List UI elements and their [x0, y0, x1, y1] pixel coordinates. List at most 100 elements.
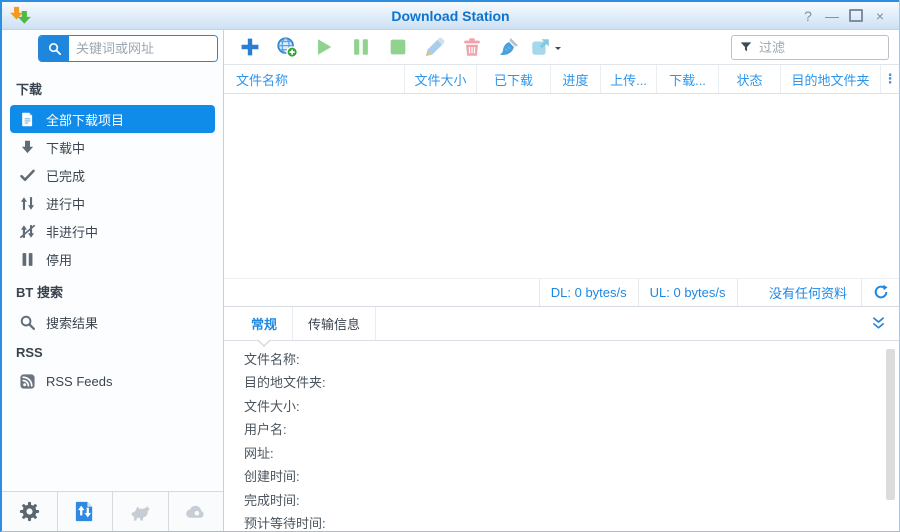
table-columns: 文件名称 文件大小 已下载 进度 上传... 下载... 状态 目的地文件夹 — [224, 65, 881, 93]
details-panel: 文件名称: 目的地文件夹: 文件大小: 用户名: 网址: 创建时间: 完成时间: 预计等待时间… — [224, 341, 899, 532]
filter-input[interactable] — [759, 39, 881, 55]
window-controls: ? — × — [799, 6, 899, 26]
detail-field-label: 创建时间: — [244, 469, 300, 484]
detail-field-label: 文件大小: — [244, 398, 300, 414]
document-icon — [19, 111, 36, 128]
pause-green-icon — [350, 36, 372, 58]
inactive-arrows-icon — [19, 223, 36, 240]
sidebar-item-inactive[interactable]: 非进行中 — [10, 217, 215, 245]
rss-icon — [19, 373, 36, 390]
cloud-icon — [184, 500, 207, 523]
download-speed: DL: 0 bytes/s — [538, 278, 638, 306]
column-header[interactable]: 文件名称 — [224, 65, 405, 93]
column-header[interactable]: 进度 — [551, 65, 601, 93]
add-url-button[interactable] — [269, 33, 304, 62]
clear-button[interactable] — [491, 33, 526, 62]
sidebar-item-rss-feeds[interactable]: RSS Feeds — [10, 367, 215, 395]
table-header: 文件名称 文件大小 已下载 进度 上传... 下载... 状态 目的地文件夹 ⋮ — [224, 65, 899, 94]
main-panel: 文件名称文件大小已下载进度上传...下载...状态目的地文件夹 ⋮ DL: 0 … — [224, 30, 899, 531]
sidebar-item-completed[interactable]: 已完成 — [10, 161, 215, 189]
detail-field-label: 用户名: — [244, 422, 287, 437]
sidebar-footer — [2, 491, 223, 531]
minimize-icon[interactable]: — — [823, 7, 841, 25]
maximize-icon[interactable] — [847, 6, 865, 26]
add-task-button[interactable] — [232, 33, 267, 62]
check-icon — [19, 167, 36, 184]
stop-icon — [387, 36, 409, 58]
play-icon — [313, 36, 335, 58]
refresh-icon[interactable] — [861, 278, 899, 306]
upload-speed: UL: 0 bytes/s — [637, 278, 738, 306]
search-icon[interactable] — [39, 36, 69, 61]
section-rss: RSS — [16, 345, 43, 360]
titlebar: Download Station ? — × — [2, 0, 899, 30]
detail-field-label: 目的地文件夹: — [244, 375, 326, 390]
column-header[interactable]: 下载... — [657, 65, 719, 93]
tab-transfer-info[interactable]: 传输信息 — [293, 306, 377, 340]
column-header[interactable]: 上传... — [601, 65, 657, 93]
sidebar-item-all-downloads[interactable]: 全部下载项目 — [10, 105, 215, 133]
search-input[interactable] — [69, 36, 217, 61]
active-arrows-icon — [19, 195, 36, 212]
trash-icon — [461, 36, 483, 58]
status-bar: DL: 0 bytes/s UL: 0 bytes/s 没有任何资料 — [224, 277, 899, 307]
sidebar-item-downloading[interactable]: 下载中 — [10, 133, 215, 161]
download-station-window: Download Station ? — × 下载 — [0, 0, 900, 532]
sidebar-item-search-results[interactable]: 搜索结果 — [10, 308, 215, 336]
brush-icon — [498, 36, 520, 58]
download-manager-icon — [73, 500, 96, 523]
status-spacer-right — [738, 279, 769, 306]
details-scrollbar[interactable] — [884, 347, 895, 528]
browser-extension-button[interactable] — [113, 492, 169, 531]
sidebar-nav: 下载 全部下载项目 下载中 已完成 进行中 非进行中 停用 BT 搜索 搜索结果… — [2, 68, 223, 491]
sidebar: 下载 全部下载项目 下载中 已完成 — [2, 30, 224, 531]
column-header[interactable]: 已下载 — [477, 65, 551, 93]
collapse-panel-icon[interactable] — [870, 315, 887, 332]
stop-button[interactable] — [380, 33, 415, 62]
details-tabbar: 常规 传输信息 — [224, 306, 899, 341]
detail-field-label: 预计等待时间: — [244, 516, 326, 531]
scrollbar-thumb[interactable] — [886, 348, 895, 501]
pause-button[interactable] — [343, 33, 378, 62]
column-header[interactable]: 状态 — [719, 65, 781, 93]
resume-button[interactable] — [306, 33, 341, 62]
tab-general[interactable]: 常规 — [236, 306, 294, 340]
pause-grey-icon — [19, 251, 36, 268]
column-menu-icon[interactable]: ⋮ — [881, 65, 899, 93]
section-bt-search: BT 搜索 — [16, 285, 63, 300]
window-title: Download Station — [391, 7, 510, 24]
plus-icon — [239, 36, 261, 58]
settings-button[interactable] — [2, 492, 58, 531]
detail-field-label: 网址: — [244, 445, 274, 461]
share-button[interactable] — [528, 33, 563, 62]
detail-fields: 文件名称: 目的地文件夹: 文件大小: 用户名: 网址: 创建时间: 完成时间: 预计等待时间… — [244, 348, 875, 532]
section-download: 下载 — [16, 82, 43, 97]
delete-button[interactable] — [454, 33, 489, 62]
toolbar — [224, 30, 899, 65]
column-header[interactable]: 文件大小 — [405, 65, 477, 93]
filter-box — [731, 34, 889, 60]
cloud-service-button[interactable] — [169, 492, 224, 531]
empty-message: 没有任何资料 — [768, 285, 847, 301]
search-grey-icon — [19, 314, 36, 331]
edit-button[interactable] — [417, 33, 452, 62]
close-icon[interactable]: × — [871, 7, 889, 25]
status-spacer-left — [224, 279, 539, 306]
help-icon[interactable]: ? — [799, 7, 817, 25]
gear-icon — [18, 500, 41, 523]
download-station-button[interactable] — [58, 492, 113, 531]
globe-add-icon — [276, 36, 298, 58]
detail-field-label: 完成时间: — [244, 492, 300, 508]
share-icon — [530, 36, 552, 58]
task-list — [224, 94, 899, 278]
sidebar-item-stopped[interactable]: 停用 — [10, 245, 215, 273]
filter-funnel-icon — [739, 40, 753, 54]
bt-search-box — [38, 35, 218, 62]
detail-field-label: 文件名称: — [244, 351, 300, 367]
pencil-icon — [424, 36, 446, 58]
dog-icon — [129, 500, 152, 523]
column-header[interactable]: 目的地文件夹 — [781, 65, 881, 93]
sidebar-item-active[interactable]: 进行中 — [10, 189, 215, 217]
toolbar-buttons — [232, 33, 563, 62]
down-arrow-icon — [19, 139, 36, 156]
